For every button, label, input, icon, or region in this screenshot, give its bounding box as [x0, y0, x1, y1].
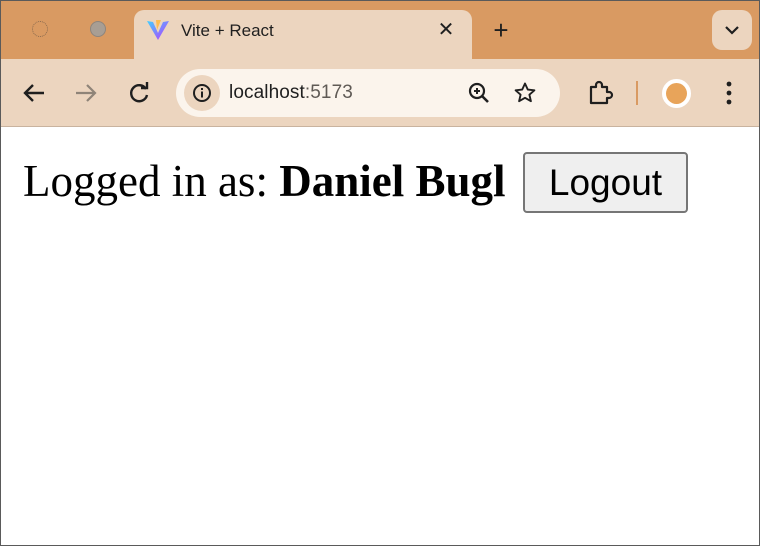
kebab-menu-icon[interactable]: [717, 79, 741, 107]
info-icon: [193, 84, 211, 102]
tab-title: Vite + React: [181, 21, 274, 40]
tab-strip: Vite + React ✕ +: [1, 1, 759, 59]
browser-toolbar: localhost:5173: [1, 59, 759, 127]
extensions-puzzle-icon[interactable]: [586, 79, 614, 107]
tab-close-icon[interactable]: ✕: [434, 18, 458, 42]
url-port: :5173: [304, 82, 353, 103]
zoom-in-icon[interactable]: [467, 81, 491, 105]
logout-button[interactable]: Logout: [523, 152, 688, 213]
browser-window: Vite + React ✕ + localhost:5173 Logged i…: [0, 0, 760, 546]
window-close-dot[interactable]: [32, 21, 48, 37]
address-bar[interactable]: localhost:5173: [176, 69, 560, 117]
avatar-icon: [666, 83, 687, 104]
profile-avatar[interactable]: [662, 79, 691, 108]
forward-arrow-icon[interactable]: [72, 79, 100, 107]
new-tab-button[interactable]: +: [487, 17, 515, 45]
url-text[interactable]: localhost:5173: [229, 82, 353, 104]
bookmark-star-icon[interactable]: [513, 81, 537, 105]
page-content: Logged in as: Daniel Bugl Logout: [1, 128, 759, 545]
chevron-down-icon: [725, 26, 739, 35]
back-arrow-icon[interactable]: [20, 79, 48, 107]
window-minimize-dot[interactable]: [90, 21, 106, 37]
url-host: localhost: [229, 82, 305, 103]
tab-vite-react[interactable]: Vite + React ✕: [134, 10, 472, 59]
site-info-button[interactable]: [184, 75, 220, 111]
tab-search-button[interactable]: [712, 10, 752, 50]
logged-in-prefix: Logged in as:: [23, 156, 280, 206]
logged-in-status: Logged in as: Daniel Bugl: [23, 155, 506, 207]
vite-logo-icon: [147, 20, 169, 40]
toolbar-divider: [636, 81, 638, 105]
reload-icon[interactable]: [125, 79, 153, 107]
username: Daniel Bugl: [279, 156, 506, 206]
